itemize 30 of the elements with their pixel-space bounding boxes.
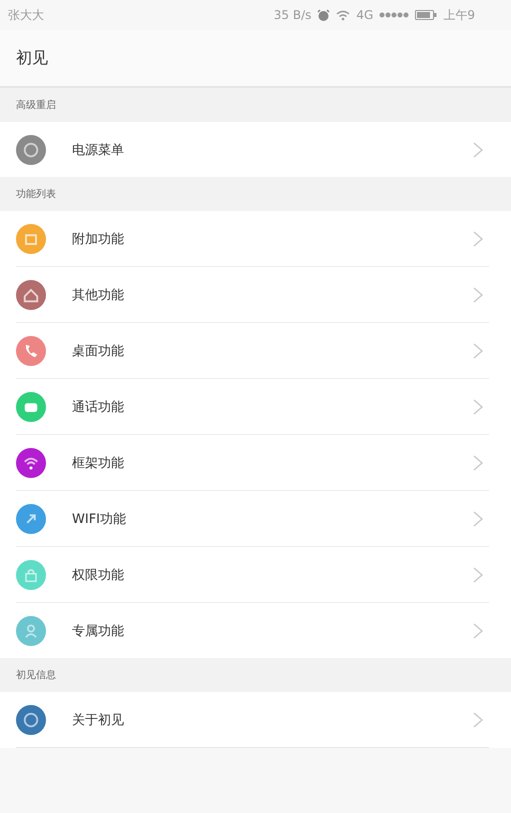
menu-item[interactable]: 附加功能: [72, 230, 473, 248]
chevron-icon: [473, 510, 483, 526]
chevron-icon: [473, 398, 483, 414]
chevron-icon: [473, 566, 483, 582]
chevron-icon: [473, 142, 483, 158]
chevron-icon: [473, 454, 483, 470]
menu-item[interactable]: 专属功能: [72, 622, 473, 640]
carrier-name: 张大大: [8, 6, 44, 24]
chevron-icon: [473, 230, 483, 246]
alarm-icon: [317, 8, 330, 22]
menu-item[interactable]: 框架功能: [72, 454, 473, 472]
network-type: 4G: [356, 8, 374, 22]
signal-icon: [379, 12, 410, 18]
section-title: 功能列表: [16, 188, 56, 201]
menu-item[interactable]: 权限功能: [72, 566, 473, 584]
section-title: 高级重启: [16, 98, 56, 112]
chevron-icon: [473, 342, 483, 358]
battery-icon: [415, 10, 438, 20]
chevron-icon: [473, 712, 483, 728]
chevron-icon: [473, 622, 483, 638]
network-speed: 35 B/s: [274, 8, 312, 22]
menu-item[interactable]: WIFI功能: [72, 510, 473, 528]
page-title: 初见: [16, 48, 48, 68]
chevron-icon: [473, 286, 483, 302]
wifi-icon: [336, 10, 350, 20]
menu-item[interactable]: 其他功能: [72, 286, 473, 304]
section-title: 初见信息: [16, 668, 56, 682]
menu-item[interactable]: 桌面功能: [72, 342, 473, 360]
clock-time: 上午9: [443, 6, 475, 24]
menu-item[interactable]: 通话功能: [72, 398, 473, 416]
